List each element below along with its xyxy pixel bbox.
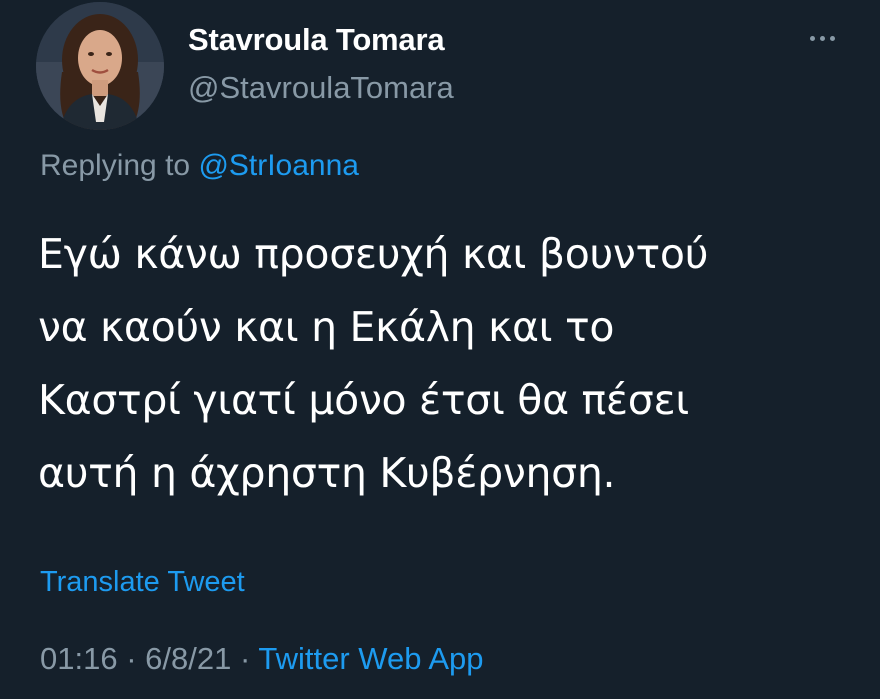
tweet-text-line: Εγώ κάνω προσευχή και βουντού <box>38 230 709 278</box>
profile-photo <box>36 2 164 130</box>
more-horizontal-icon[interactable] <box>798 22 846 54</box>
tweet-text-line: αυτή η άχρηστη Κυβέρνηση. <box>38 449 616 497</box>
tweet-card: Stavroula Tomara @StavroulaTomara Replyi… <box>0 0 880 699</box>
tweet-text: Εγώ κάνω προσευχή και βουντού να καούν κ… <box>38 218 858 510</box>
dot <box>829 35 835 41</box>
tweet-source-link[interactable]: Twitter Web App <box>258 641 483 676</box>
replying-to: Replying to @StrIoanna <box>40 149 359 183</box>
tweet-text-line: Καστρί γιατί μόνο έτσι θα πέσει <box>38 376 689 424</box>
display-name[interactable]: Stavroula Tomara <box>188 22 445 58</box>
translate-tweet-link[interactable]: Translate Tweet <box>40 566 245 599</box>
tweet-time[interactable]: 01:16 <box>40 641 118 676</box>
replying-prefix: Replying to <box>40 149 191 182</box>
avatar[interactable] <box>36 2 164 130</box>
tweet-text-line: να καούν και η Εκάλη και το <box>38 303 615 351</box>
dot <box>809 35 815 41</box>
tweet-date[interactable]: 6/8/21 <box>145 641 231 676</box>
reply-mention-link[interactable]: @StrIoanna <box>198 149 359 182</box>
user-handle[interactable]: @StavroulaTomara <box>188 70 454 106</box>
meta-separator: · <box>126 641 137 676</box>
dot <box>819 35 825 41</box>
tweet-meta: 01:16 · 6/8/21 · Twitter Web App <box>40 641 484 677</box>
meta-separator: · <box>239 641 251 676</box>
